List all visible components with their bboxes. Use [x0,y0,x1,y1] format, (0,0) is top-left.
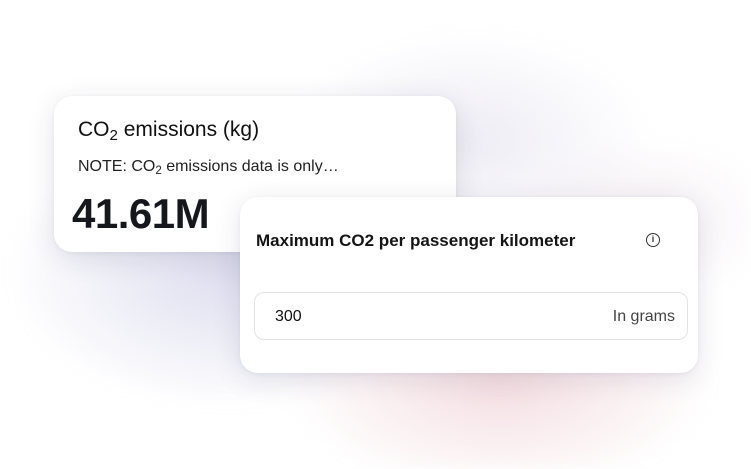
card-note: NOTE: CO2 emissions data is only… [78,158,339,178]
card-title: CO2 emissions (kg) [78,118,260,145]
emissions-value: 41.61M [72,190,210,237]
max-co2-input-field[interactable]: In grams [254,292,688,340]
max-co2-input[interactable] [275,308,475,326]
max-co2-title: Maximum CO2 per passenger kilometer [256,231,576,250]
max-co2-card: Maximum CO2 per passenger kilometer i In… [240,197,698,373]
info-icon[interactable]: i [646,233,660,247]
input-unit-suffix: In grams [612,308,675,325]
